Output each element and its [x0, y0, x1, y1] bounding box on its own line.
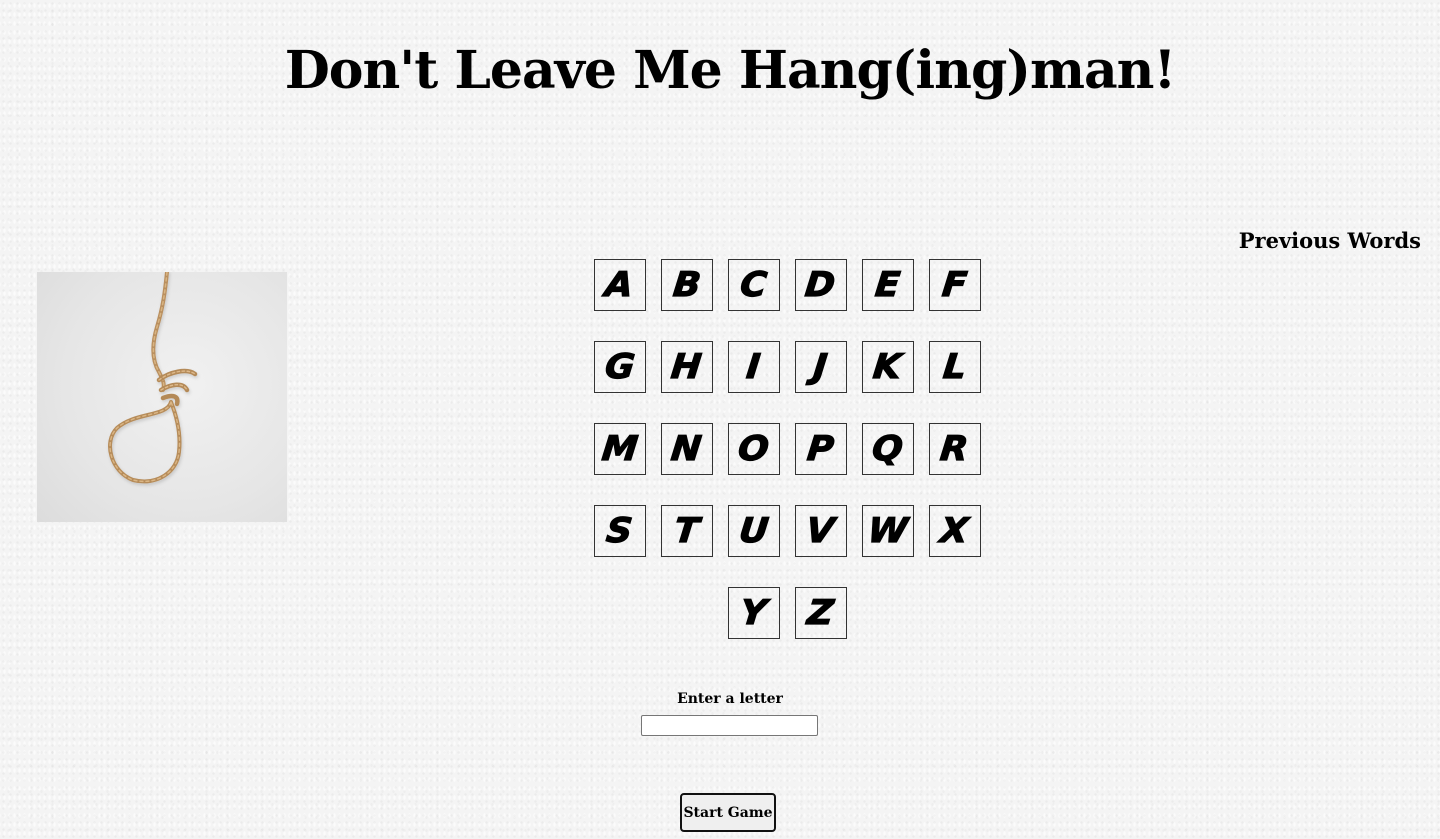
letter-tile-label: Y	[738, 592, 769, 633]
letter-tile-i[interactable]: I	[727, 341, 780, 393]
letter-tile-label: F	[940, 264, 970, 305]
letter-tile-d[interactable]: D	[794, 259, 847, 311]
letter-tile-z[interactable]: Z	[794, 587, 847, 639]
letter-tile-label: J	[811, 346, 830, 387]
letter-tile-t[interactable]: T	[660, 505, 713, 557]
letter-tile-w[interactable]: W	[861, 505, 914, 557]
letter-tile-m[interactable]: M	[593, 423, 646, 475]
letter-tile-r[interactable]: R	[928, 423, 981, 475]
letter-row: YZ	[593, 587, 981, 639]
letter-tile-e[interactable]: E	[861, 259, 914, 311]
letter-tile-label: E	[873, 264, 903, 305]
letter-tile-label: U	[736, 510, 771, 551]
letter-row: ABCDEF	[593, 259, 981, 311]
letter-tile-y[interactable]: Y	[727, 587, 780, 639]
letter-grid: ABCDEF GHI JKL MNOPQR STUVWX YZ	[593, 259, 981, 669]
letter-tile-j[interactable]: J	[794, 341, 847, 393]
letter-tile-b[interactable]: B	[660, 259, 713, 311]
letter-tile-g[interactable]: G	[593, 341, 646, 393]
letter-tile-h[interactable]: H	[660, 341, 713, 393]
letter-tile-q[interactable]: Q	[861, 423, 914, 475]
letter-row: GHI JKL	[593, 341, 981, 393]
letter-row: STUVWX	[593, 505, 981, 557]
page-title: Don't Leave Me Hang(ing)man!	[284, 40, 1177, 101]
letter-tile-label: M	[599, 428, 640, 469]
letter-tile-label: G	[602, 346, 637, 387]
start-game-button[interactable]: Start Game	[680, 793, 776, 832]
letter-tile-n[interactable]: N	[660, 423, 713, 475]
letter-tile-label: P	[805, 428, 837, 469]
letter-row: MNOPQR	[593, 423, 981, 475]
letter-tile-label: O	[736, 428, 772, 469]
letter-tile-label: A	[603, 264, 636, 305]
letter-tile-label: N	[669, 428, 704, 469]
letter-tile-p[interactable]: P	[794, 423, 847, 475]
noose-image	[37, 272, 287, 522]
letter-input[interactable]	[641, 715, 818, 736]
letter-tile-label: V	[804, 510, 837, 551]
letter-tile-label: X	[938, 510, 971, 551]
letter-tile-label: D	[803, 264, 838, 305]
letter-tile-label: B	[670, 264, 703, 305]
letter-tile-label: S	[604, 510, 635, 551]
letter-tile-label: W	[865, 510, 910, 551]
enter-letter-label: Enter a letter	[677, 691, 783, 707]
letter-tile-v[interactable]: V	[794, 505, 847, 557]
letter-tile-k[interactable]: K	[861, 341, 914, 393]
letter-tile-label: H	[669, 346, 704, 387]
letter-tile-label: R	[938, 428, 971, 469]
letter-tile-x[interactable]: X	[928, 505, 981, 557]
letter-tile-label: K	[871, 346, 904, 387]
letter-tile-f[interactable]: F	[928, 259, 981, 311]
letter-tile-label: I	[744, 346, 763, 387]
letter-tile-c[interactable]: C	[727, 259, 780, 311]
letter-tile-label: L	[940, 346, 968, 387]
letter-tile-l[interactable]: L	[928, 341, 981, 393]
letter-tile-s[interactable]: S	[593, 505, 646, 557]
letter-tile-label: C	[738, 264, 770, 305]
letter-tile-u[interactable]: U	[727, 505, 780, 557]
letter-tile-label: Z	[805, 592, 836, 633]
letter-tile-label: T	[672, 510, 702, 551]
letter-tile-a[interactable]: A	[593, 259, 646, 311]
previous-words-heading: Previous Words	[1238, 228, 1421, 253]
noose-rope-icon	[108, 272, 198, 484]
letter-tile-o[interactable]: O	[727, 423, 780, 475]
letter-tile-label: Q	[870, 428, 906, 469]
